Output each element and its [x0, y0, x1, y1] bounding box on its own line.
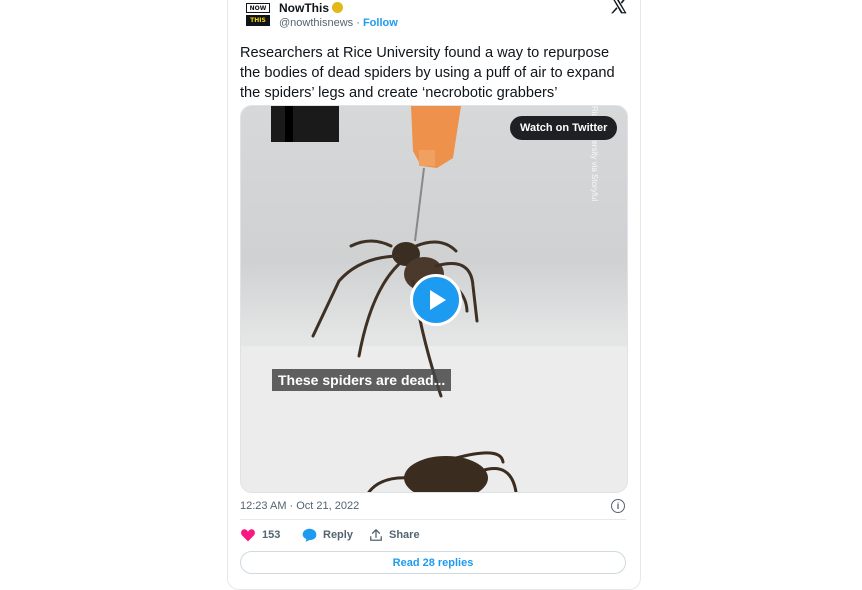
- watch-on-twitter-button[interactable]: Watch on Twitter: [510, 116, 618, 140]
- like-count: 153: [262, 529, 281, 541]
- account-name-row: NowThis: [279, 1, 343, 15]
- reply-label: Reply: [323, 529, 353, 541]
- tweet-text: Researchers at Rice University found a w…: [240, 45, 615, 101]
- nowthis-logo[interactable]: NOW THIS: [246, 0, 271, 28]
- x-logo-icon[interactable]: [609, 0, 629, 15]
- logo-bottom-text: THIS: [246, 15, 270, 26]
- logo-top-text: NOW: [246, 3, 270, 13]
- tweet-timestamp[interactable]: 12:23 AM · Oct 21, 2022: [240, 500, 359, 512]
- account-handle[interactable]: @nowthisnews: [279, 17, 353, 29]
- play-icon[interactable]: [410, 274, 462, 326]
- reply-bubble-icon: [302, 528, 317, 542]
- share-icon: [370, 529, 382, 541]
- share-button[interactable]: Share: [369, 528, 420, 542]
- account-name[interactable]: NowThis: [279, 1, 329, 15]
- info-icon[interactable]: i: [611, 499, 625, 513]
- follow-link[interactable]: Follow: [363, 17, 398, 29]
- account-handle-row: @nowthisnews · Follow: [279, 17, 398, 29]
- reply-button[interactable]: Reply: [302, 528, 353, 542]
- video-player[interactable]: Rice University via Storyful Watch on Tw…: [240, 105, 628, 493]
- verified-badge-icon: [332, 2, 343, 13]
- video-caption: These spiders are dead...: [272, 369, 452, 391]
- tweet-header: NOW THIS NowThis @nowthisnews · Follow: [243, 0, 633, 34]
- read-replies-button[interactable]: Read 28 replies: [240, 551, 626, 574]
- separator: ·: [356, 17, 360, 29]
- share-label: Share: [389, 529, 420, 541]
- heart-icon: [241, 529, 255, 542]
- divider: [240, 519, 626, 520]
- like-button[interactable]: 153: [240, 528, 280, 542]
